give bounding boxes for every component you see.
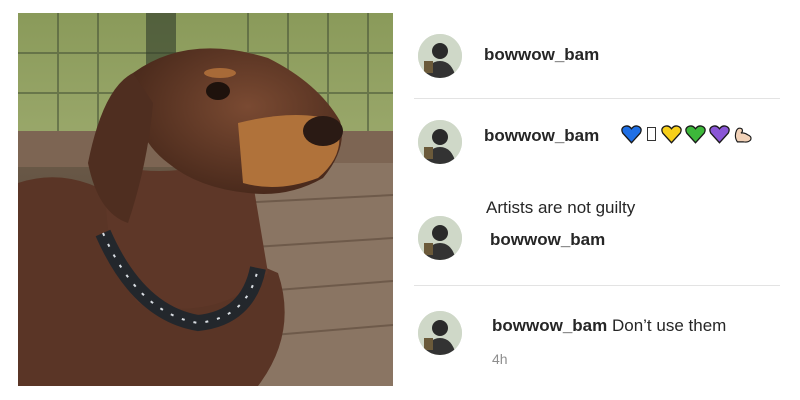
comment-username[interactable]: bowwow_bam [484, 126, 599, 146]
green-heart-icon [685, 124, 706, 144]
comment-username-link[interactable]: bowwow_bam [492, 316, 607, 335]
comments-panel: bowwow_bam bowwow_bam Artists are not gu… [414, 22, 780, 392]
doberman-photo [18, 13, 393, 386]
avatar[interactable] [418, 34, 462, 78]
flexed-biceps-icon [733, 124, 754, 144]
divider [414, 98, 780, 99]
comment-username[interactable]: bowwow_bam [484, 45, 599, 65]
comment-username: bowwow_bam Don’t use them [492, 316, 726, 336]
comment-item: bowwow_bam Don’t use them 4h [414, 308, 780, 388]
purple-heart-icon [709, 124, 730, 144]
avatar[interactable] [418, 216, 462, 260]
divider [414, 285, 780, 286]
comment-timestamp[interactable]: 4h [492, 351, 508, 367]
avatar[interactable] [418, 311, 462, 355]
emoji-row [621, 124, 754, 144]
post-image[interactable] [18, 13, 393, 386]
blue-heart-icon [621, 124, 642, 144]
comment-item: bowwow_bam [414, 214, 780, 284]
missing-glyph-icon [647, 127, 656, 141]
yellow-heart-icon [661, 124, 682, 144]
avatar[interactable] [418, 120, 462, 164]
comment-item: bowwow_bam [414, 30, 780, 84]
comment-item: bowwow_bam Artists are not guilty [414, 112, 780, 217]
comment-username[interactable]: bowwow_bam [490, 230, 605, 250]
comment-text: Don’t use them [611, 316, 727, 335]
